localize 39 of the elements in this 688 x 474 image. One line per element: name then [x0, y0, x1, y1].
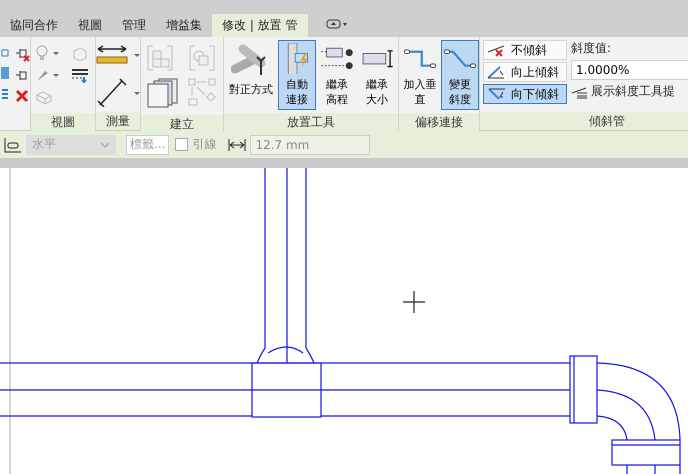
- slope-option-button[interactable]: 向下傾斜: [483, 84, 567, 104]
- ribbon-tab[interactable]: 視圖: [68, 14, 112, 37]
- ribbon-button[interactable]: 自動連接: [278, 40, 316, 110]
- ribbon-button[interactable]: 繼承大小: [358, 40, 396, 110]
- linework-icon[interactable]: [71, 67, 89, 83]
- panel-label: 視圖: [31, 113, 95, 131]
- ribbon-tab[interactable]: 協同合作: [0, 14, 68, 37]
- panel-label: 偏移連接: [399, 113, 479, 131]
- cursor-crosshair-icon: [402, 290, 426, 314]
- no-slope-icon: [487, 43, 507, 57]
- ribbon-button[interactable]: 加入垂直: [401, 40, 439, 110]
- ribbon-button[interactable]: 變更斜度: [441, 40, 479, 110]
- slope-option-button[interactable]: 不傾斜: [483, 40, 567, 60]
- slope-down-icon: [487, 87, 507, 101]
- slope-annotation-icon: [571, 84, 589, 98]
- slope-up-icon: [487, 65, 507, 79]
- length-icon: [228, 138, 246, 152]
- justification-icon: [2, 136, 22, 152]
- leader-label: 引線: [192, 136, 216, 153]
- delete-icon[interactable]: [15, 88, 29, 103]
- ribbon-tab[interactable]: 管理: [112, 14, 156, 37]
- panel-label: 放置工具: [224, 113, 398, 131]
- leader-checkbox[interactable]: [175, 138, 188, 151]
- ribbon-tab[interactable]: 增益集: [156, 14, 212, 37]
- slope-value-label: 斜度值:: [571, 40, 612, 57]
- ribbon-button[interactable]: 繼承高程: [318, 40, 356, 110]
- window-icon[interactable]: [0, 66, 10, 80]
- minimize-ribbon-icon: [326, 18, 348, 30]
- select-icon[interactable]: [0, 46, 10, 59]
- slope-option-button[interactable]: 向上傾斜: [483, 62, 567, 82]
- angular-dimension-icon[interactable]: [96, 77, 140, 108]
- panel-label: 建立: [141, 115, 223, 133]
- chevron-down-icon: [100, 142, 110, 148]
- ribbon-button[interactable]: 對正方式: [226, 40, 276, 110]
- lightbulb-icon[interactable]: [35, 45, 61, 61]
- slope-value-field[interactable]: 1.0000%: [571, 60, 688, 80]
- ribbon-tab[interactable]: 修改 | 放置 管: [212, 14, 308, 37]
- show-slope-tooltip-label[interactable]: 展示斜度工具提: [591, 83, 675, 100]
- unpin-icon[interactable]: [14, 46, 30, 62]
